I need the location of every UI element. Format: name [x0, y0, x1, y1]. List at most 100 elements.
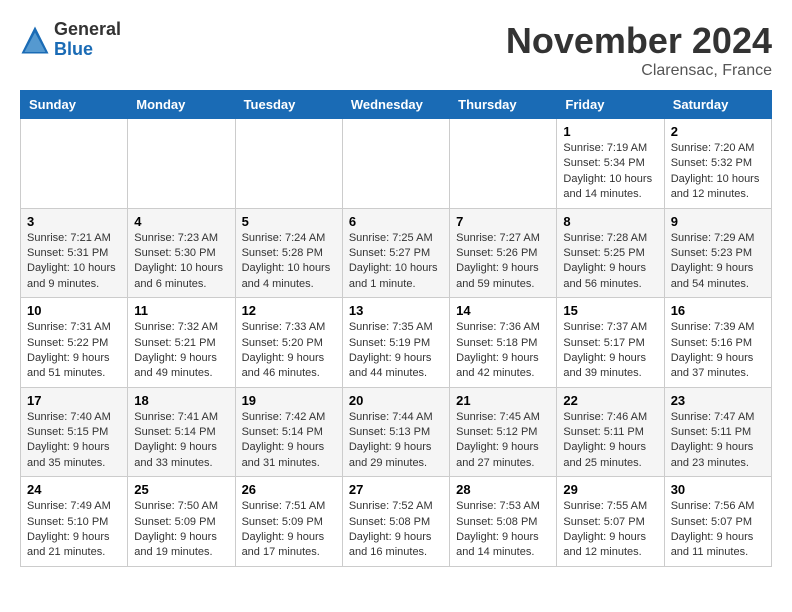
- day-number: 25: [134, 482, 228, 497]
- day-number: 10: [27, 303, 121, 318]
- calendar-cell: [342, 119, 449, 209]
- day-number: 16: [671, 303, 765, 318]
- day-of-week-sunday: Sunday: [21, 91, 128, 119]
- day-number: 29: [563, 482, 657, 497]
- calendar-cell: 20Sunrise: 7:44 AM Sunset: 5:13 PM Dayli…: [342, 387, 449, 477]
- calendar-cell: [21, 119, 128, 209]
- day-number: 9: [671, 214, 765, 229]
- calendar: SundayMondayTuesdayWednesdayThursdayFrid…: [20, 90, 772, 567]
- calendar-cell: 3 Sunrise: 7:21 AM Sunset: 5:31 PM Daylig…: [21, 208, 128, 298]
- day-info: Sunrise: 7:42 AM Sunset: 5:14 PM Dayligh…: [242, 410, 336, 472]
- calendar-cell: 15Sunrise: 7:37 AM Sunset: 5:17 PM Dayli…: [557, 298, 664, 388]
- calendar-cell: 13 Sunrise: 7:35 AM Sunset: 5:19 PM Dayli…: [342, 298, 449, 388]
- day-info: Sunrise: 7:32 AM Sunset: 5:21 PM Dayligh…: [134, 320, 228, 382]
- month-title: November 2024: [506, 20, 772, 62]
- calendar-cell: 26 Sunrise: 7:51 AM Sunset: 5:09 PM Dayli…: [235, 477, 342, 567]
- day-info: Sunrise: 7:37 AM Sunset: 5:17 PM Dayligh…: [563, 320, 657, 382]
- day-info: Sunrise: 7:56 AM Sunset: 5:07 PM Dayligh…: [671, 499, 765, 561]
- day-number: 12: [242, 303, 336, 318]
- day-number: 1: [563, 124, 657, 139]
- calendar-week-1: 3 Sunrise: 7:21 AM Sunset: 5:31 PM Daylig…: [21, 208, 772, 298]
- calendar-cell: 23 Sunrise: 7:47 AM Sunset: 5:11 PM Dayli…: [664, 387, 771, 477]
- day-info: Sunrise: 7:39 AM Sunset: 5:16 PM Dayligh…: [671, 320, 765, 382]
- calendar-cell: 8Sunrise: 7:28 AM Sunset: 5:25 PM Daylig…: [557, 208, 664, 298]
- day-number: 11: [134, 303, 228, 318]
- calendar-header: SundayMondayTuesdayWednesdayThursdayFrid…: [21, 91, 772, 119]
- day-info: Sunrise: 7:20 AM Sunset: 5:32 PM Dayligh…: [671, 141, 765, 203]
- calendar-cell: 5 Sunrise: 7:24 AM Sunset: 5:28 PM Daylig…: [235, 208, 342, 298]
- day-info: Sunrise: 7:21 AM Sunset: 5:31 PM Dayligh…: [27, 231, 121, 293]
- calendar-week-4: 24Sunrise: 7:49 AM Sunset: 5:10 PM Dayli…: [21, 477, 772, 567]
- day-number: 26: [242, 482, 336, 497]
- day-number: 20: [349, 393, 443, 408]
- day-number: 30: [671, 482, 765, 497]
- day-info: Sunrise: 7:50 AM Sunset: 5:09 PM Dayligh…: [134, 499, 228, 561]
- calendar-cell: 25 Sunrise: 7:50 AM Sunset: 5:09 PM Dayli…: [128, 477, 235, 567]
- day-info: Sunrise: 7:23 AM Sunset: 5:30 PM Dayligh…: [134, 231, 228, 293]
- day-info: Sunrise: 7:41 AM Sunset: 5:14 PM Dayligh…: [134, 410, 228, 472]
- day-info: Sunrise: 7:19 AM Sunset: 5:34 PM Dayligh…: [563, 141, 657, 203]
- day-number: 2: [671, 124, 765, 139]
- location: Clarensac, France: [506, 62, 772, 80]
- day-number: 19: [242, 393, 336, 408]
- day-info: Sunrise: 7:55 AM Sunset: 5:07 PM Dayligh…: [563, 499, 657, 561]
- header-row: SundayMondayTuesdayWednesdayThursdayFrid…: [21, 91, 772, 119]
- day-number: 13: [349, 303, 443, 318]
- day-of-week-wednesday: Wednesday: [342, 91, 449, 119]
- day-info: Sunrise: 7:36 AM Sunset: 5:18 PM Dayligh…: [456, 320, 550, 382]
- day-number: 18: [134, 393, 228, 408]
- day-info: Sunrise: 7:24 AM Sunset: 5:28 PM Dayligh…: [242, 231, 336, 293]
- day-info: Sunrise: 7:51 AM Sunset: 5:09 PM Dayligh…: [242, 499, 336, 561]
- logo-text: General Blue: [54, 20, 121, 60]
- day-of-week-friday: Friday: [557, 91, 664, 119]
- calendar-body: 1 Sunrise: 7:19 AM Sunset: 5:34 PM Daylig…: [21, 119, 772, 567]
- day-of-week-thursday: Thursday: [450, 91, 557, 119]
- day-number: 23: [671, 393, 765, 408]
- calendar-cell: 22Sunrise: 7:46 AM Sunset: 5:11 PM Dayli…: [557, 387, 664, 477]
- title-area: November 2024 Clarensac, France: [506, 20, 772, 80]
- day-of-week-monday: Monday: [128, 91, 235, 119]
- calendar-week-3: 17 Sunrise: 7:40 AM Sunset: 5:15 PM Dayli…: [21, 387, 772, 477]
- calendar-cell: 30 Sunrise: 7:56 AM Sunset: 5:07 PM Dayli…: [664, 477, 771, 567]
- day-number: 17: [27, 393, 121, 408]
- calendar-cell: 17 Sunrise: 7:40 AM Sunset: 5:15 PM Dayli…: [21, 387, 128, 477]
- calendar-cell: 9 Sunrise: 7:29 AM Sunset: 5:23 PM Daylig…: [664, 208, 771, 298]
- day-number: 4: [134, 214, 228, 229]
- day-info: Sunrise: 7:47 AM Sunset: 5:11 PM Dayligh…: [671, 410, 765, 472]
- calendar-cell: 19 Sunrise: 7:42 AM Sunset: 5:14 PM Dayli…: [235, 387, 342, 477]
- day-info: Sunrise: 7:28 AM Sunset: 5:25 PM Dayligh…: [563, 231, 657, 293]
- day-info: Sunrise: 7:53 AM Sunset: 5:08 PM Dayligh…: [456, 499, 550, 561]
- day-info: Sunrise: 7:45 AM Sunset: 5:12 PM Dayligh…: [456, 410, 550, 472]
- day-number: 21: [456, 393, 550, 408]
- day-of-week-saturday: Saturday: [664, 91, 771, 119]
- day-info: Sunrise: 7:25 AM Sunset: 5:27 PM Dayligh…: [349, 231, 443, 293]
- day-number: 14: [456, 303, 550, 318]
- day-number: 6: [349, 214, 443, 229]
- calendar-cell: 21 Sunrise: 7:45 AM Sunset: 5:12 PM Dayli…: [450, 387, 557, 477]
- day-number: 7: [456, 214, 550, 229]
- day-number: 27: [349, 482, 443, 497]
- calendar-cell: 24Sunrise: 7:49 AM Sunset: 5:10 PM Dayli…: [21, 477, 128, 567]
- day-number: 5: [242, 214, 336, 229]
- logo-icon: [20, 25, 50, 55]
- header: General Blue November 2024 Clarensac, Fr…: [20, 20, 772, 80]
- day-info: Sunrise: 7:29 AM Sunset: 5:23 PM Dayligh…: [671, 231, 765, 293]
- calendar-week-0: 1 Sunrise: 7:19 AM Sunset: 5:34 PM Daylig…: [21, 119, 772, 209]
- day-info: Sunrise: 7:27 AM Sunset: 5:26 PM Dayligh…: [456, 231, 550, 293]
- day-number: 28: [456, 482, 550, 497]
- day-info: Sunrise: 7:52 AM Sunset: 5:08 PM Dayligh…: [349, 499, 443, 561]
- calendar-cell: 11 Sunrise: 7:32 AM Sunset: 5:21 PM Dayli…: [128, 298, 235, 388]
- day-info: Sunrise: 7:46 AM Sunset: 5:11 PM Dayligh…: [563, 410, 657, 472]
- calendar-week-2: 10Sunrise: 7:31 AM Sunset: 5:22 PM Dayli…: [21, 298, 772, 388]
- calendar-cell: [128, 119, 235, 209]
- day-info: Sunrise: 7:49 AM Sunset: 5:10 PM Dayligh…: [27, 499, 121, 561]
- calendar-cell: 12Sunrise: 7:33 AM Sunset: 5:20 PM Dayli…: [235, 298, 342, 388]
- day-info: Sunrise: 7:40 AM Sunset: 5:15 PM Dayligh…: [27, 410, 121, 472]
- logo-general-label: General: [54, 20, 121, 40]
- calendar-cell: 10Sunrise: 7:31 AM Sunset: 5:22 PM Dayli…: [21, 298, 128, 388]
- logo: General Blue: [20, 20, 121, 60]
- day-number: 3: [27, 214, 121, 229]
- calendar-cell: 6 Sunrise: 7:25 AM Sunset: 5:27 PM Daylig…: [342, 208, 449, 298]
- calendar-cell: 29 Sunrise: 7:55 AM Sunset: 5:07 PM Dayli…: [557, 477, 664, 567]
- day-info: Sunrise: 7:35 AM Sunset: 5:19 PM Dayligh…: [349, 320, 443, 382]
